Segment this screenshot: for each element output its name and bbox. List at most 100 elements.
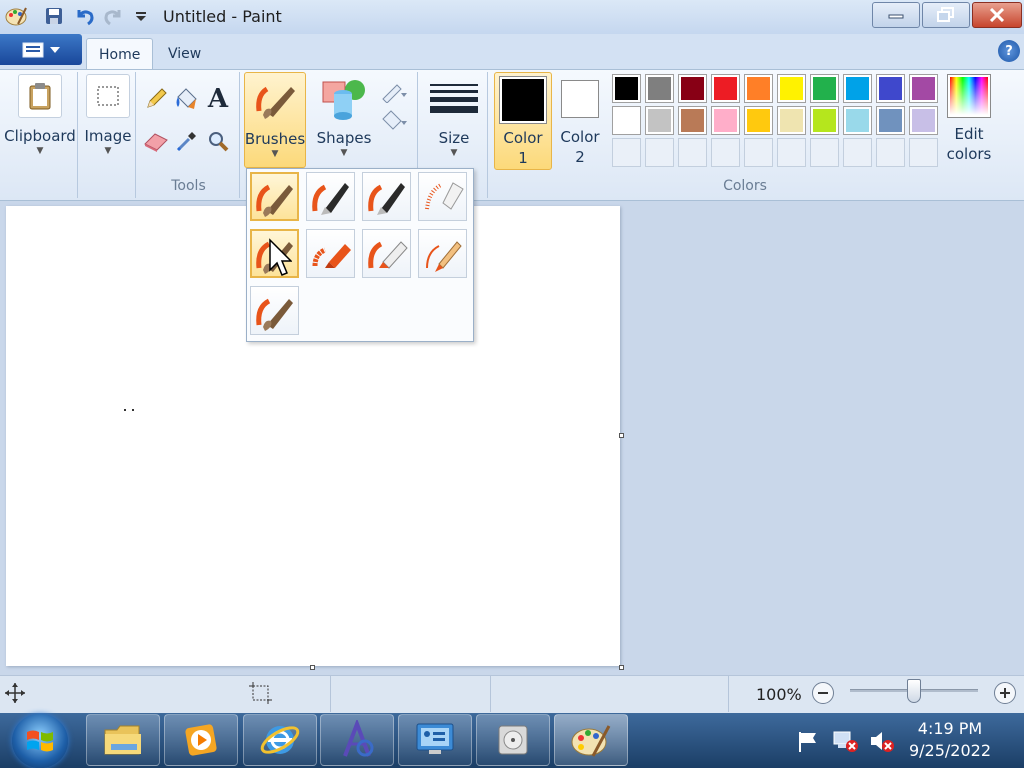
system-clock[interactable]: 4:19 PM 9/25/2022 xyxy=(900,718,1000,762)
palette-color-swatch[interactable] xyxy=(909,106,938,135)
brushes-button[interactable]: Brushes ▼ xyxy=(244,72,306,168)
clipboard-label: Clipboard xyxy=(4,127,76,145)
color1-button[interactable]: Color 1 xyxy=(494,72,552,170)
brushes-label: Brushes xyxy=(244,130,306,148)
tab-home[interactable]: Home xyxy=(86,38,154,70)
pencil-icon[interactable] xyxy=(141,84,171,114)
help-button[interactable]: ? xyxy=(998,40,1020,62)
taskbar-media-player-button[interactable] xyxy=(164,714,238,766)
taskbar-control-panel-button[interactable] xyxy=(398,714,472,766)
palette-color-swatch[interactable] xyxy=(810,74,839,103)
minimize-button[interactable] xyxy=(872,2,920,28)
palette-custom-slot[interactable] xyxy=(843,138,872,167)
status-divider xyxy=(490,676,491,712)
fill-bucket-icon[interactable] xyxy=(172,84,202,114)
brush-option[interactable] xyxy=(418,172,467,221)
palette-custom-slot[interactable] xyxy=(612,138,641,167)
color-palette xyxy=(612,74,942,172)
watercolor-brush-icon xyxy=(255,298,293,331)
brush-option[interactable] xyxy=(418,229,467,278)
resize-handle-right[interactable] xyxy=(619,433,624,438)
paint-app-icon[interactable] xyxy=(4,4,28,28)
start-button[interactable] xyxy=(12,714,68,768)
taskbar-app-button[interactable] xyxy=(320,714,394,766)
palette-color-swatch[interactable] xyxy=(612,106,641,135)
brush-option[interactable] xyxy=(250,286,299,335)
taskbar-disk-app-button[interactable] xyxy=(476,714,550,766)
network-disconnected-icon[interactable] xyxy=(832,728,860,757)
palette-custom-slot[interactable] xyxy=(711,138,740,167)
zoom-out-button[interactable] xyxy=(812,682,834,704)
palette-color-swatch[interactable] xyxy=(843,74,872,103)
palette-color-swatch[interactable] xyxy=(711,106,740,135)
palette-custom-slot[interactable] xyxy=(810,138,839,167)
save-icon[interactable] xyxy=(44,6,64,26)
palette-color-swatch[interactable] xyxy=(843,106,872,135)
taskbar-paint-button[interactable] xyxy=(554,714,628,766)
edit-colors-icon xyxy=(947,74,991,118)
edit-colors-button[interactable]: Edit colors xyxy=(942,74,996,170)
brush-option[interactable] xyxy=(306,172,355,221)
internet-explorer-icon xyxy=(260,726,300,754)
brush-option[interactable] xyxy=(250,172,299,221)
taskbar-explorer-button[interactable] xyxy=(86,714,160,766)
paint-icon xyxy=(571,725,611,757)
palette-custom-slot[interactable] xyxy=(678,138,707,167)
zoom-slider-thumb[interactable] xyxy=(907,679,921,703)
image-button[interactable]: Image ▼ xyxy=(82,74,134,168)
palette-color-swatch[interactable] xyxy=(678,74,707,103)
brush-option[interactable] xyxy=(362,229,411,278)
palette-custom-slot[interactable] xyxy=(744,138,773,167)
brush-option[interactable] xyxy=(362,172,411,221)
customize-quick-access-icon[interactable] xyxy=(131,6,151,26)
taskbar-internet-explorer-button[interactable] xyxy=(243,714,317,766)
palette-color-swatch[interactable] xyxy=(909,74,938,103)
palette-custom-slot[interactable] xyxy=(645,138,674,167)
palette-color-swatch[interactable] xyxy=(645,106,674,135)
palette-color-swatch[interactable] xyxy=(711,74,740,103)
ribbon-tab-row xyxy=(0,34,1024,70)
paint-menu-button[interactable] xyxy=(0,34,82,65)
palette-color-swatch[interactable] xyxy=(744,74,773,103)
disk-icon xyxy=(498,725,528,755)
palette-color-swatch[interactable] xyxy=(810,106,839,135)
volume-muted-icon[interactable] xyxy=(868,728,896,757)
palette-custom-slot[interactable] xyxy=(777,138,806,167)
clipboard-button[interactable]: Clipboard ▼ xyxy=(4,74,76,168)
redo-icon[interactable] xyxy=(104,6,124,26)
color-picker-icon[interactable] xyxy=(172,126,202,156)
canvas-dot xyxy=(132,409,134,411)
brush-option[interactable] xyxy=(306,229,355,278)
palette-color-swatch[interactable] xyxy=(876,74,905,103)
palette-custom-slot[interactable] xyxy=(876,138,905,167)
palette-color-swatch[interactable] xyxy=(612,74,641,103)
magnifier-icon[interactable] xyxy=(203,126,233,156)
color2-button[interactable]: Color 2 xyxy=(554,72,606,170)
marker-icon xyxy=(367,240,408,269)
shapes-button[interactable]: Shapes ▼ xyxy=(312,74,376,168)
fill-icon[interactable] xyxy=(376,104,412,134)
zoom-in-button[interactable] xyxy=(994,682,1016,704)
restore-icon xyxy=(937,7,954,22)
palette-color-swatch[interactable] xyxy=(777,106,806,135)
palette-color-swatch[interactable] xyxy=(744,106,773,135)
resize-handle-bottom[interactable] xyxy=(310,665,315,670)
palette-custom-slot[interactable] xyxy=(909,138,938,167)
restore-button[interactable] xyxy=(922,2,970,28)
clock-time: 4:19 PM xyxy=(917,719,983,738)
close-button[interactable] xyxy=(972,2,1022,28)
folder-icon xyxy=(104,725,141,755)
action-center-flag-icon[interactable] xyxy=(796,730,820,757)
image-label: Image xyxy=(84,127,132,145)
text-icon[interactable]: A xyxy=(203,84,233,114)
palette-color-swatch[interactable] xyxy=(777,74,806,103)
outline-icon[interactable] xyxy=(376,76,412,106)
resize-handle-corner[interactable] xyxy=(619,665,624,670)
undo-icon[interactable] xyxy=(74,6,94,26)
palette-color-swatch[interactable] xyxy=(645,74,674,103)
palette-color-swatch[interactable] xyxy=(876,106,905,135)
size-button[interactable]: Size ▼ xyxy=(424,74,484,168)
palette-color-swatch[interactable] xyxy=(678,106,707,135)
eraser-icon[interactable] xyxy=(141,126,171,156)
tab-view[interactable]: View xyxy=(156,38,213,70)
